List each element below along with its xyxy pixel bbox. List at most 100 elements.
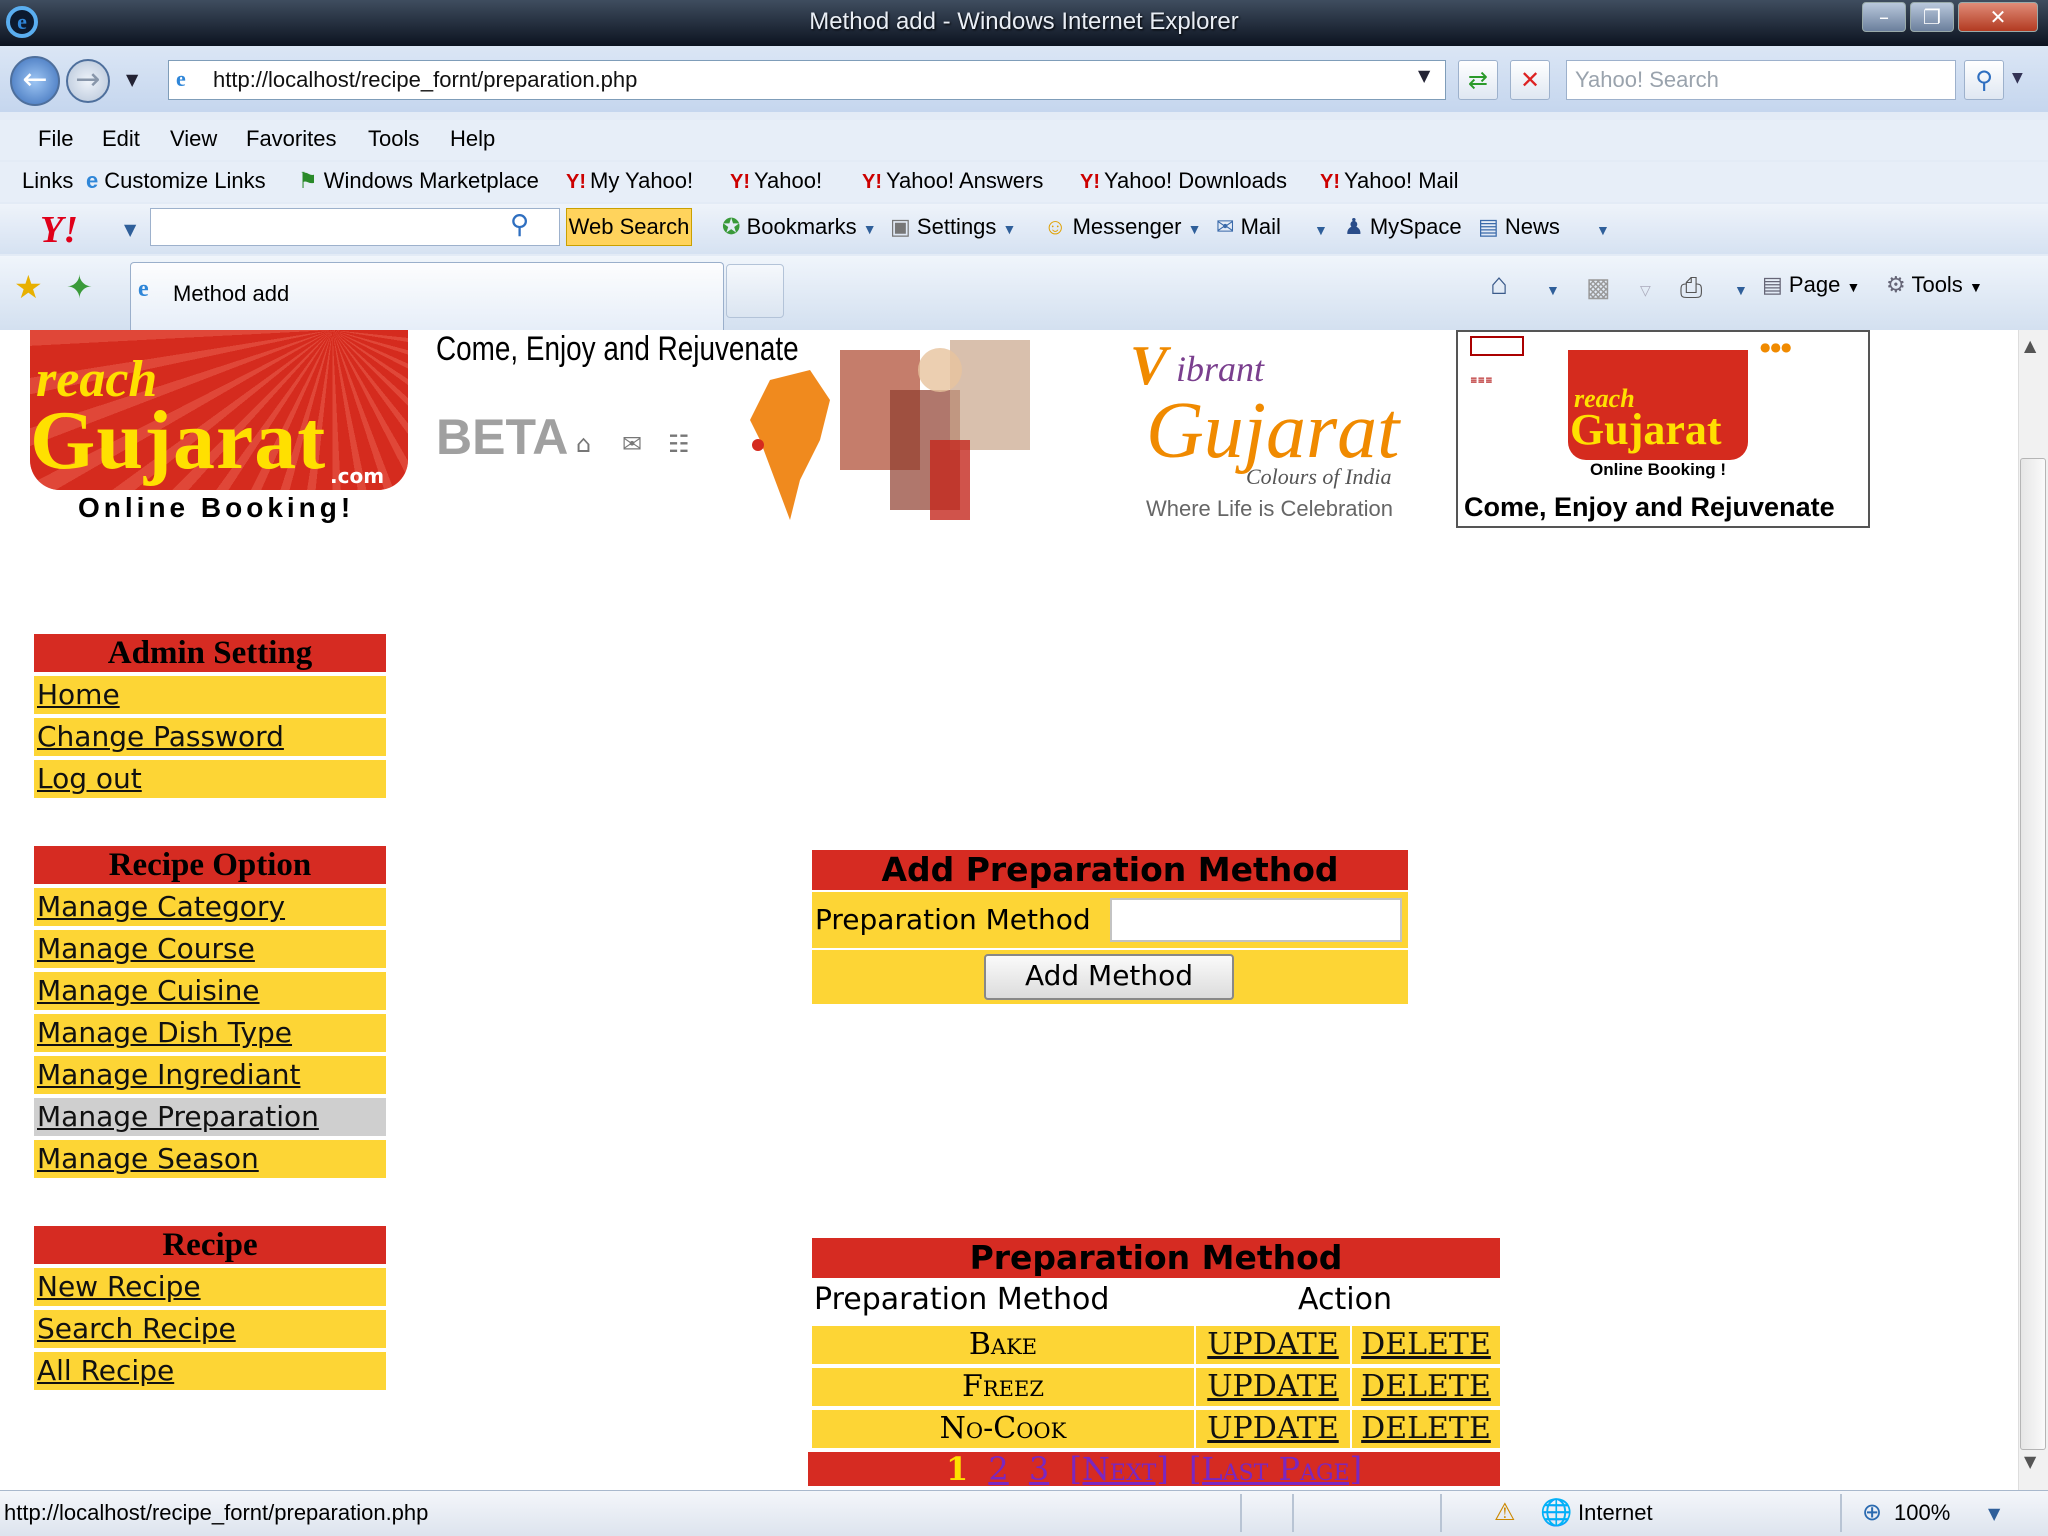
minimize-button[interactable]: – [1862, 2, 1906, 32]
sidebar-item-label[interactable]: Log out [37, 762, 142, 795]
sidebar-item-label[interactable]: Manage Season [37, 1142, 259, 1175]
sidebar-item-manage-ingrediant[interactable]: Manage Ingrediant [34, 1056, 386, 1094]
sidebar-item-manage-season[interactable]: Manage Season [34, 1140, 386, 1178]
sidebar-item-label[interactable]: Manage Dish Type [37, 1016, 292, 1049]
preparation-method-input[interactable] [1110, 898, 1402, 942]
menu-file[interactable]: File [38, 126, 73, 152]
page-menu-button[interactable]: ▤ Page ▼ [1762, 272, 1860, 298]
settings-button[interactable]: ▣ Settings ▼ [890, 214, 1016, 240]
close-button[interactable]: ✕ [1958, 2, 2038, 32]
menu-favorites[interactable]: Favorites [246, 126, 336, 152]
sidebar-item-label[interactable]: Home [37, 678, 120, 711]
sidebar-item-label[interactable]: Manage Ingrediant [37, 1058, 300, 1091]
scroll-up-arrow-icon[interactable]: ▲ [2024, 336, 2036, 355]
new-tab-button[interactable] [726, 264, 784, 318]
search-button[interactable]: ⚲ [1964, 60, 2004, 100]
last-page-link[interactable]: [Last Page] [1189, 1450, 1362, 1488]
add-favorites-icon[interactable]: ✦ [66, 268, 93, 306]
update-link[interactable]: UPDATE [1207, 1411, 1338, 1446]
link-yahoo[interactable]: Y! Yahoo! [730, 168, 822, 194]
sidebar-item-manage-cuisine[interactable]: Manage Cuisine [34, 972, 386, 1010]
scrollbar-thumb[interactable] [2020, 458, 2046, 1450]
sidebar-item-label[interactable]: Manage Course [37, 932, 255, 965]
home-icon[interactable]: ⌂ [1490, 268, 1508, 302]
address-dropdown-icon[interactable]: ▼ [1418, 66, 1430, 85]
refresh-button[interactable]: ⇄ [1458, 60, 1498, 100]
envelope-icon[interactable]: ✉ [622, 430, 642, 458]
delete-link[interactable]: DELETE [1361, 1327, 1491, 1362]
page-link-2[interactable]: 2 [988, 1450, 1008, 1488]
sidebar-item-label[interactable]: All Recipe [37, 1354, 174, 1387]
update-link[interactable]: UPDATE [1207, 1369, 1338, 1404]
sidebar-item-label[interactable]: Manage Category [37, 890, 285, 923]
chevron-down-icon[interactable]: ▼ [1546, 282, 1560, 298]
sidebar-item-label[interactable]: Change Password [37, 720, 284, 753]
link-yahoo-downloads[interactable]: Y! Yahoo! Downloads [1080, 168, 1287, 194]
tools-menu-button[interactable]: ⚙ Tools ▼ [1886, 272, 1983, 298]
restore-button[interactable]: ❐ [1910, 2, 1954, 32]
sidebar-item-all-recipe[interactable]: All Recipe [34, 1352, 386, 1390]
sidebar-item-label[interactable]: Search Recipe [37, 1312, 236, 1345]
menu-help[interactable]: Help [450, 126, 495, 152]
delete-link[interactable]: DELETE [1361, 1411, 1491, 1446]
chevron-down-icon[interactable]: ▼ [1596, 222, 1610, 238]
protected-mode-icon[interactable]: ⚠ [1494, 1498, 1516, 1526]
menu-view[interactable]: View [170, 126, 217, 152]
messenger-button[interactable]: ☺ Messenger ▼ [1044, 214, 1201, 240]
page-link-3[interactable]: 3 [1029, 1450, 1049, 1488]
sidebar-item-change-password[interactable]: Change Password [34, 718, 386, 756]
pagination: 1 2 3 [Next] [Last Page] [808, 1452, 1500, 1486]
delete-link[interactable]: DELETE [1361, 1369, 1491, 1404]
sidebar-item-manage-category[interactable]: Manage Category [34, 888, 386, 926]
rss-feed-icon[interactable]: ▩ [1586, 272, 1611, 303]
link-yahoo-mail[interactable]: Y! Yahoo! Mail [1320, 168, 1459, 194]
scroll-down-arrow-icon[interactable]: ▼ [2024, 1452, 2036, 1471]
chevron-down-icon[interactable]: ▽ [1640, 282, 1651, 299]
sidebar-item-label[interactable]: Manage Preparation [37, 1100, 319, 1133]
search-icon[interactable]: ⚲ [510, 210, 529, 240]
back-button[interactable]: ← [10, 56, 60, 106]
menu-tools[interactable]: Tools [368, 126, 419, 152]
next-page-link[interactable]: [Next] [1069, 1450, 1168, 1488]
forward-button[interactable]: → [66, 59, 110, 103]
menu-edit[interactable]: Edit [102, 126, 140, 152]
home-icon[interactable]: ⌂ [576, 430, 591, 458]
link-marketplace[interactable]: ⚑ Windows Marketplace [298, 168, 539, 194]
stop-button[interactable]: ✕ [1510, 60, 1550, 100]
print-icon[interactable]: ⎙ [1680, 272, 1702, 305]
sidebar-item-new-recipe[interactable]: New Recipe [34, 1268, 386, 1306]
zoom-level[interactable]: 100% [1894, 1500, 1950, 1526]
mail-button[interactable]: ✉ Mail [1216, 214, 1281, 240]
sidebar-item-manage-preparation[interactable]: Manage Preparation [34, 1098, 386, 1136]
favorites-star-icon[interactable]: ★ [14, 268, 43, 306]
search-input[interactable]: Yahoo! Search [1566, 60, 1956, 100]
web-search-button[interactable]: Web Search [566, 208, 692, 246]
sidebar-item-manage-course[interactable]: Manage Course [34, 930, 386, 968]
zoom-dropdown-icon[interactable]: ▼ [1988, 1504, 2000, 1523]
myspace-button[interactable]: ♟ MySpace [1344, 214, 1462, 240]
sidebar-item-search-recipe[interactable]: Search Recipe [34, 1310, 386, 1348]
sidebar-item-home[interactable]: Home [34, 676, 386, 714]
sidebar-item-manage-dish-type[interactable]: Manage Dish Type [34, 1014, 386, 1052]
news-button[interactable]: ▤ News [1478, 214, 1560, 240]
chevron-down-icon[interactable]: ▼ [1734, 282, 1748, 298]
sitemap-icon[interactable]: ☷ [668, 430, 690, 458]
tab-method-add[interactable]: Method add [130, 262, 724, 330]
link-customize[interactable]: e Customize Links [86, 168, 266, 194]
chevron-down-icon[interactable]: ▼ [1314, 222, 1328, 238]
sidebar-item-label[interactable]: New Recipe [37, 1270, 201, 1303]
bookmarks-button[interactable]: ✪ Bookmarks ▼ [722, 214, 877, 240]
history-dropdown-icon[interactable]: ▼ [126, 70, 138, 89]
update-link[interactable]: UPDATE [1207, 1327, 1338, 1362]
link-my-yahoo[interactable]: Y! My Yahoo! [566, 168, 693, 194]
link-yahoo-answers[interactable]: Y! Yahoo! Answers [862, 168, 1043, 194]
sidebar-item-logout[interactable]: Log out [34, 760, 386, 798]
sidebar-item-label[interactable]: Manage Cuisine [37, 974, 260, 1007]
search-options-icon[interactable]: ▼ [2012, 70, 2023, 86]
yahoo-logo[interactable]: Y! [40, 208, 78, 252]
address-bar[interactable]: http://localhost/recipe_fornt/preparatio… [168, 60, 1446, 100]
yahoo-menu-icon[interactable]: ▼ [124, 220, 136, 239]
chevron-down-icon: ▼ [1002, 221, 1017, 237]
yahoo-search-input[interactable] [150, 208, 560, 246]
add-method-button[interactable]: Add Method [984, 954, 1234, 1000]
